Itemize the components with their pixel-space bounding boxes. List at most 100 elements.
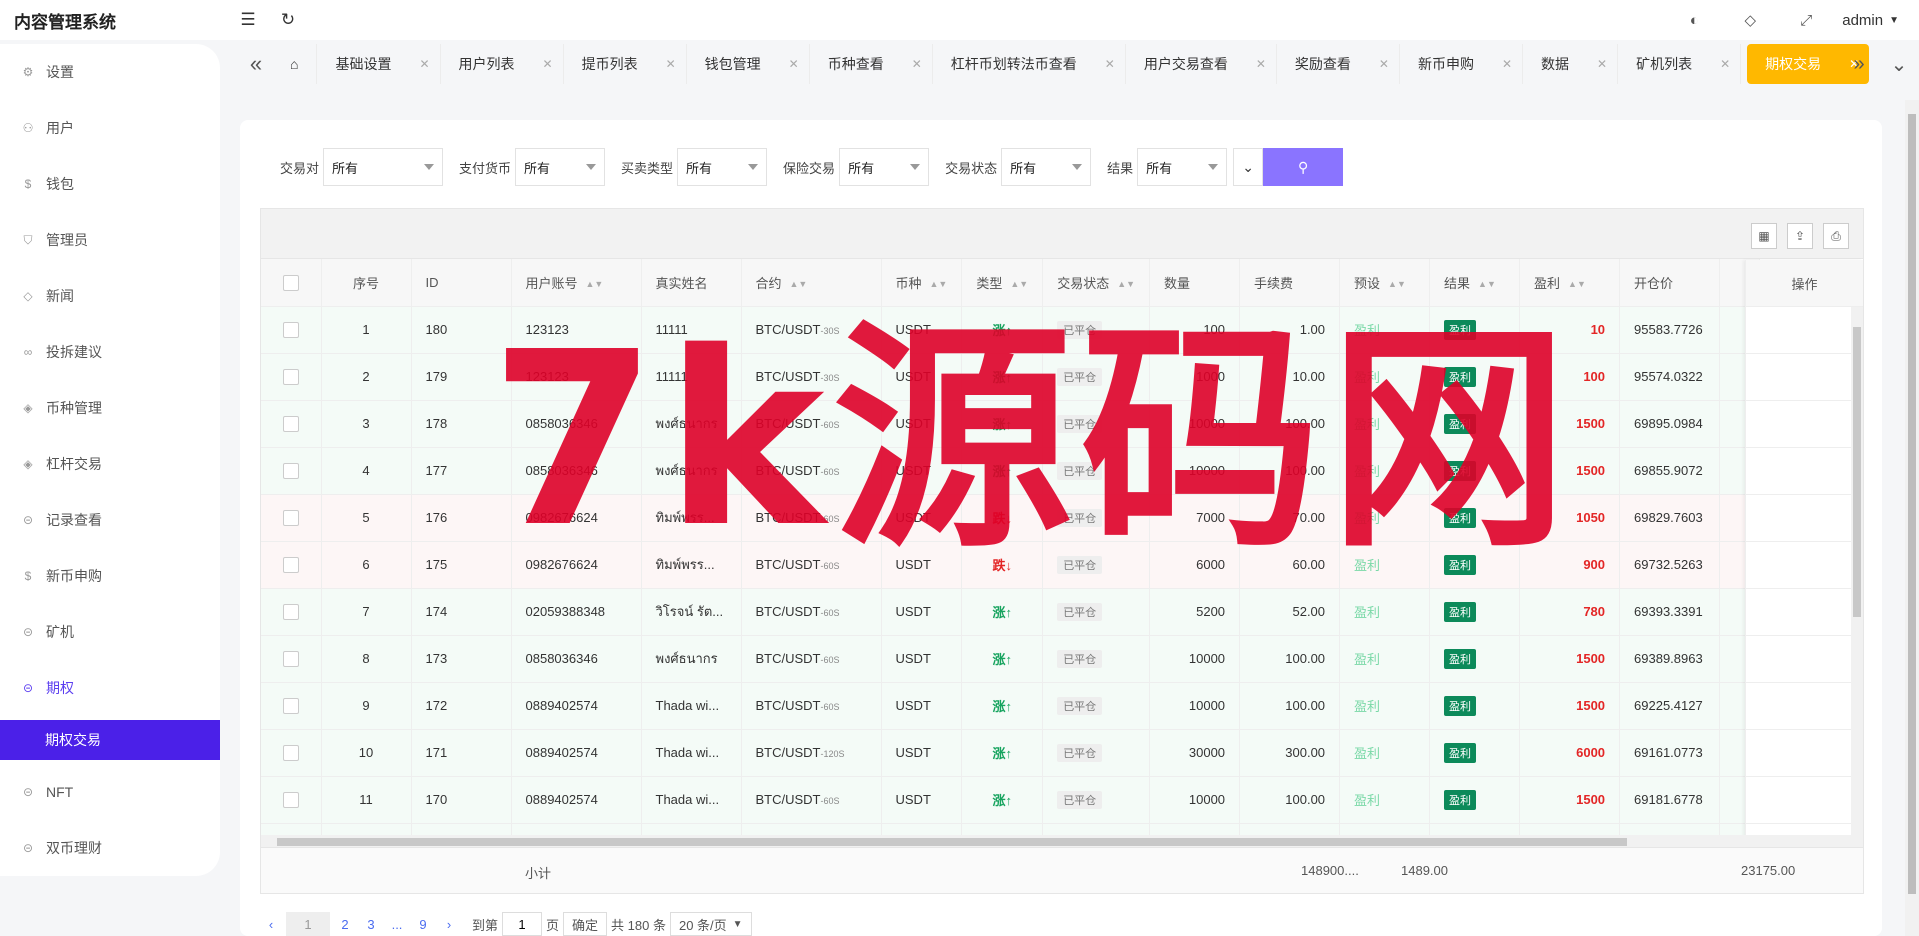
sort-icon[interactable]: ▲▼ xyxy=(930,279,948,288)
tab[interactable]: 矿机列表 ✕ xyxy=(1618,44,1742,84)
sidebar-item[interactable]: ⊝ 期权 xyxy=(0,660,220,716)
prev-page-icon[interactable]: ‹ xyxy=(260,912,282,936)
sidebar-item[interactable]: ◈ 杠杆交易 xyxy=(0,436,220,492)
columns-icon[interactable]: ▦ xyxy=(1751,223,1777,249)
sort-icon[interactable]: ▲▼ xyxy=(586,279,604,288)
theme-icon[interactable]: ◐ xyxy=(1666,0,1722,40)
tab[interactable]: 用户列表 ✕ xyxy=(441,44,564,84)
sidebar-item[interactable]: ∞ 投拆建议 xyxy=(0,324,220,380)
tag-icon[interactable]: ◇ xyxy=(1722,0,1778,40)
page-scrollbar[interactable] xyxy=(1905,100,1919,936)
sidebar-item[interactable]: ⚙ 设置 xyxy=(0,44,220,100)
column-header[interactable]: 类型 ▲▼ xyxy=(961,259,1044,307)
table-row[interactable]: 3 178 0858036346 พงศ์ธนากร BTC/USDT-60S USDT 涨… xyxy=(261,400,1761,448)
column-header[interactable]: 币种 ▲▼ xyxy=(881,259,963,307)
page-link[interactable]: 3 xyxy=(360,912,382,936)
sidebar-item[interactable]: ⊝ 双币理财 xyxy=(0,820,220,876)
sort-icon[interactable]: ▲▼ xyxy=(1117,279,1135,288)
table-row[interactable]: 11 170 0889402574 Thada wi... BTC/USDT-60S US… xyxy=(261,776,1761,824)
fullscreen-icon[interactable]: ⤢ xyxy=(1778,0,1834,40)
close-icon[interactable]: ✕ xyxy=(543,57,553,71)
sidebar-item[interactable]: ⊝ 记录查看 xyxy=(0,492,220,548)
goto-page-input[interactable] xyxy=(502,912,543,936)
row-checkbox[interactable] xyxy=(282,321,299,338)
row-checkbox[interactable] xyxy=(282,603,299,620)
user-menu[interactable]: admin ▼ xyxy=(1834,12,1919,29)
row-checkbox[interactable] xyxy=(282,791,299,808)
filter-select[interactable]: 所有 xyxy=(839,148,930,186)
select-all-checkbox[interactable] xyxy=(282,274,299,291)
tab[interactable]: 数据 ✕ xyxy=(1523,44,1619,84)
table-vertical-scrollbar[interactable] xyxy=(1851,307,1863,847)
goto-confirm-button[interactable]: 确定 xyxy=(563,912,608,936)
filter-select[interactable]: 所有 xyxy=(1001,148,1092,186)
tabs-scroll-right-icon[interactable]: » xyxy=(1839,44,1879,84)
table-row[interactable]: 5 176 0982676624 ทิมพ์พรร... BTC/USDT-60S USD… xyxy=(261,494,1761,542)
row-checkbox[interactable] xyxy=(282,650,299,667)
sidebar-item[interactable]: ◈ 币种管理 xyxy=(0,380,220,436)
close-icon[interactable]: ✕ xyxy=(1105,57,1115,71)
table-horizontal-scrollbar[interactable] xyxy=(261,835,1863,847)
close-icon[interactable]: ✕ xyxy=(666,57,676,71)
tab[interactable]: 提币列表 ✕ xyxy=(564,44,687,84)
close-icon[interactable]: ✕ xyxy=(419,57,429,71)
sort-icon[interactable]: ▲▼ xyxy=(1568,279,1586,288)
column-header[interactable]: 预设 ▲▼ xyxy=(1339,259,1431,307)
filter-select[interactable]: 所有 xyxy=(1137,148,1228,186)
next-page-icon[interactable]: › xyxy=(438,912,460,936)
page-link[interactable]: 9 xyxy=(412,912,434,936)
table-row[interactable]: 7 174 02059388348 วิโรจน์ รัต... BTC/USDT-60… xyxy=(261,588,1761,636)
page-link[interactable]: 2 xyxy=(334,912,356,936)
filter-select[interactable]: 所有 xyxy=(323,148,444,186)
sidebar-item[interactable]: ⛉ 管理员 xyxy=(0,212,220,268)
tab[interactable]: 基础设置 ✕ xyxy=(317,44,441,84)
table-row[interactable]: 10 171 0889402574 Thada wi... BTC/USDT-120S U… xyxy=(261,729,1761,777)
sort-icon[interactable]: ▲▼ xyxy=(1010,279,1028,288)
close-icon[interactable]: ✕ xyxy=(1256,57,1266,71)
close-icon[interactable]: ✕ xyxy=(1379,57,1389,71)
menu-toggle-icon[interactable]: ☰ xyxy=(228,0,268,40)
tab[interactable]: 奖励查看 ✕ xyxy=(1277,44,1400,84)
table-row[interactable]: 8 173 0858036346 พงศ์ธนากร BTC/USDT-60S USDT 涨… xyxy=(261,635,1761,683)
row-checkbox[interactable] xyxy=(282,415,299,432)
tab[interactable]: 钱包管理 ✕ xyxy=(687,44,810,84)
row-checkbox[interactable] xyxy=(282,697,299,714)
column-header[interactable]: 合约 ▲▼ xyxy=(741,259,882,307)
sidebar-item[interactable]: ⊝ NFT xyxy=(0,764,220,820)
close-icon[interactable]: ✕ xyxy=(1720,57,1730,71)
sidebar-item[interactable]: $ 钱包 xyxy=(0,156,220,212)
tab[interactable]: 新币申购 ✕ xyxy=(1400,44,1524,84)
export-icon[interactable]: ⇪ xyxy=(1787,223,1813,249)
close-icon[interactable]: ✕ xyxy=(1502,57,1512,71)
tab[interactable]: 币种查看 ✕ xyxy=(810,44,933,84)
column-header[interactable]: 交易状态 ▲▼ xyxy=(1042,259,1151,307)
tabs-scroll-left-icon[interactable]: « xyxy=(240,44,272,84)
row-checkbox[interactable] xyxy=(282,556,299,573)
refresh-icon[interactable]: ↻ xyxy=(268,0,308,40)
sidebar-subitem-active[interactable]: 期权交易 xyxy=(0,720,220,760)
table-row[interactable]: 1 180 123123 11111 BTC/USDT-30S USDT 涨↑ 已平仓 100 1… xyxy=(261,306,1761,354)
row-checkbox[interactable] xyxy=(282,462,299,479)
column-header[interactable]: 盈利 ▲▼ xyxy=(1519,259,1621,307)
expand-filters-chevron-icon[interactable]: ⌄ xyxy=(1233,148,1264,186)
table-row[interactable]: 4 177 0858036346 พงศ์ธนากร BTC/USDT-60S USDT 涨… xyxy=(261,447,1761,495)
close-icon[interactable]: ✕ xyxy=(789,57,799,71)
print-icon[interactable]: ⎙ xyxy=(1823,223,1849,249)
row-checkbox[interactable] xyxy=(282,509,299,526)
sort-icon[interactable]: ▲▼ xyxy=(1388,279,1406,288)
search-button[interactable]: ⚲ xyxy=(1263,148,1344,186)
tab[interactable]: 用户交易查看 ✕ xyxy=(1126,44,1277,84)
close-icon[interactable]: ✕ xyxy=(1597,57,1607,71)
row-checkbox[interactable] xyxy=(282,368,299,385)
close-icon[interactable]: ✕ xyxy=(912,57,922,71)
table-row[interactable]: 9 172 0889402574 Thada wi... BTC/USDT-60S USD… xyxy=(261,682,1761,730)
tabs-menu-chevron-icon[interactable]: ⌄ xyxy=(1879,44,1919,84)
sidebar-item[interactable]: ⊝ 矿机 xyxy=(0,604,220,660)
sidebar-item[interactable]: ⚇ 用户 xyxy=(0,100,220,156)
row-checkbox[interactable] xyxy=(282,744,299,761)
sort-icon[interactable]: ▲▼ xyxy=(790,279,808,288)
table-row[interactable]: 2 179 123123 11111 BTC/USDT-30S USDT 涨↑ 已平仓 1000… xyxy=(261,353,1761,401)
sidebar-item[interactable]: $ 新币申购 xyxy=(0,548,220,604)
home-tab[interactable]: ⌂ xyxy=(272,44,318,84)
column-header[interactable]: 结果 ▲▼ xyxy=(1429,259,1521,307)
